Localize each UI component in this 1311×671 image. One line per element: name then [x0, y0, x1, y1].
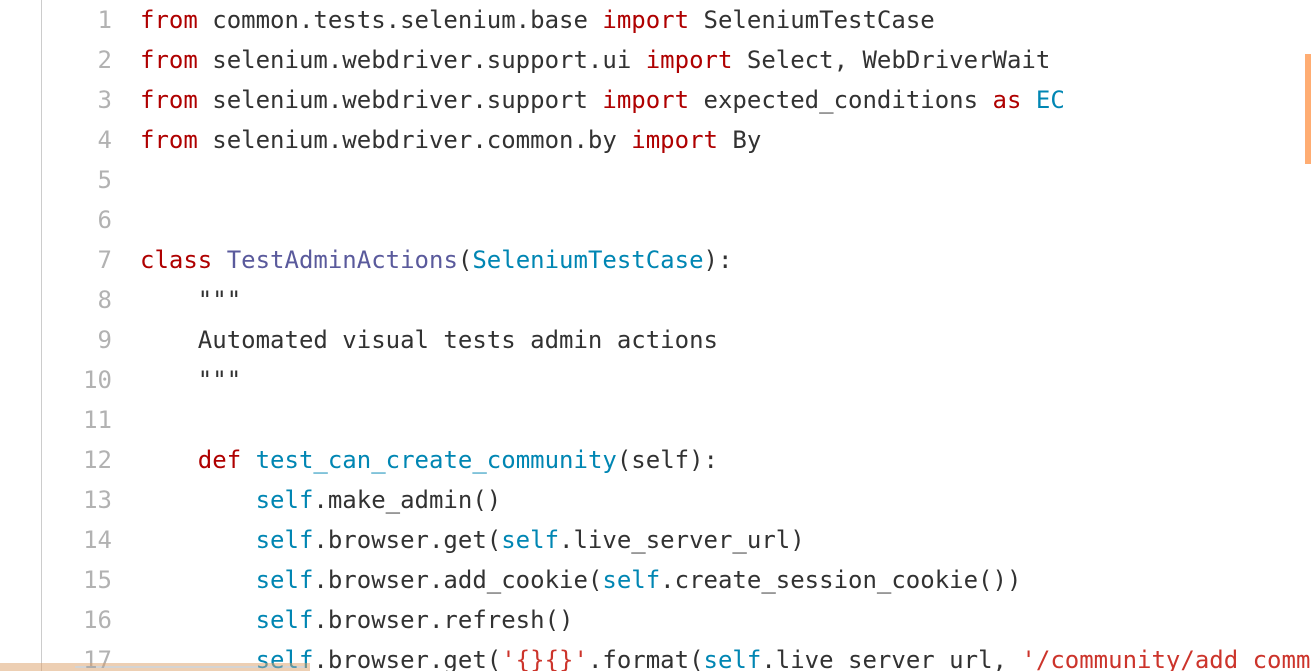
- token-kw: import: [646, 46, 733, 74]
- token-nn: .format(: [588, 646, 704, 671]
- code-line[interactable]: """: [140, 280, 1311, 320]
- line-number: 15: [42, 560, 112, 600]
- token-nn: .browser.get(: [313, 526, 501, 554]
- line-number: 12: [42, 440, 112, 480]
- token-nn: .live_server_url): [559, 526, 805, 554]
- token-kw: class: [140, 246, 212, 274]
- token-nn: [241, 446, 255, 474]
- code-line[interactable]: self.browser.get('{}{}'.format(self.live…: [140, 640, 1311, 671]
- token-nn: [1021, 86, 1035, 114]
- line-number: 11: [42, 400, 112, 440]
- token-nn: .browser.add_cookie(: [313, 566, 602, 594]
- horizontal-scrollbar[interactable]: [0, 663, 310, 671]
- line-number: 1: [42, 0, 112, 40]
- token-nn: Select, WebDriverWait: [732, 46, 1050, 74]
- line-number: 3: [42, 80, 112, 120]
- token-self: self: [256, 486, 314, 514]
- token-nn: [140, 526, 256, 554]
- token-nn: common.tests.selenium.base: [198, 6, 603, 34]
- code-line[interactable]: [140, 400, 1311, 440]
- code-line[interactable]: self.browser.add_cookie(self.create_sess…: [140, 560, 1311, 600]
- line-number: 5: [42, 160, 112, 200]
- token-ec: EC: [1036, 86, 1065, 114]
- token-kw: from: [140, 6, 198, 34]
- token-kw: def: [198, 446, 241, 474]
- code-line[interactable]: def test_can_create_community(self):: [140, 440, 1311, 480]
- token-kw: import: [631, 126, 718, 154]
- line-number: 4: [42, 120, 112, 160]
- token-strlit: '/community/add_commu: [1021, 646, 1311, 671]
- code-line[interactable]: self.make_admin(): [140, 480, 1311, 520]
- file-gutter: [0, 0, 42, 671]
- code-line[interactable]: Automated visual tests admin actions: [140, 320, 1311, 360]
- token-nn: [140, 486, 256, 514]
- token-nn: selenium.webdriver.support: [198, 86, 603, 114]
- token-self: self: [704, 646, 762, 671]
- token-strlit: '{}{}': [501, 646, 588, 671]
- code-line[interactable]: """: [140, 360, 1311, 400]
- token-nn: .browser.refresh(): [313, 606, 573, 634]
- token-nn: """: [140, 366, 241, 394]
- token-nn: .browser.get(: [313, 646, 501, 671]
- line-number: 8: [42, 280, 112, 320]
- token-self: self: [256, 606, 314, 634]
- line-number: 7: [42, 240, 112, 280]
- line-number: 2: [42, 40, 112, 80]
- code-line[interactable]: self.browser.get(self.live_server_url): [140, 520, 1311, 560]
- token-kw: from: [140, 46, 198, 74]
- token-kw: import: [602, 6, 689, 34]
- token-kw: as: [993, 86, 1022, 114]
- code-line[interactable]: from selenium.webdriver.support.ui impor…: [140, 40, 1311, 80]
- token-nn: """: [140, 286, 241, 314]
- token-nn: expected_conditions: [689, 86, 992, 114]
- line-number-column: 1234567891011121314151617: [42, 0, 140, 671]
- line-number: 6: [42, 200, 112, 240]
- token-self: self: [256, 566, 314, 594]
- token-fn: test_can_create_community: [256, 446, 617, 474]
- code-line[interactable]: from selenium.webdriver.support import e…: [140, 80, 1311, 120]
- token-nn: .create_session_cookie()): [660, 566, 1021, 594]
- token-nn: [140, 566, 256, 594]
- line-number: 10: [42, 360, 112, 400]
- token-nn: Automated visual tests admin actions: [140, 326, 718, 354]
- line-number: 9: [42, 320, 112, 360]
- line-number: 14: [42, 520, 112, 560]
- token-kw: from: [140, 86, 198, 114]
- minimap-marker: [1305, 54, 1311, 164]
- token-kw: import: [602, 86, 689, 114]
- token-kw: from: [140, 126, 198, 154]
- token-nn: (self):: [617, 446, 718, 474]
- token-nn: selenium.webdriver.support.ui: [198, 46, 646, 74]
- token-nn: selenium.webdriver.common.by: [198, 126, 631, 154]
- code-line[interactable]: from common.tests.selenium.base import S…: [140, 0, 1311, 40]
- token-nn: By: [718, 126, 761, 154]
- token-nn: [140, 446, 198, 474]
- token-cls: TestAdminActions: [227, 246, 458, 274]
- token-nn: .make_admin(): [313, 486, 501, 514]
- token-nn: ):: [704, 246, 733, 274]
- token-nn: SeleniumTestCase: [689, 6, 935, 34]
- token-nn: (: [458, 246, 472, 274]
- code-line[interactable]: [140, 200, 1311, 240]
- token-self: self: [602, 566, 660, 594]
- code-content[interactable]: from common.tests.selenium.base import S…: [140, 0, 1311, 671]
- token-arg: SeleniumTestCase: [472, 246, 703, 274]
- line-number: 16: [42, 600, 112, 640]
- token-nn: .live_server_url,: [761, 646, 1021, 671]
- code-line[interactable]: from selenium.webdriver.common.by import…: [140, 120, 1311, 160]
- code-editor[interactable]: 1234567891011121314151617 from common.te…: [42, 0, 1311, 671]
- token-nn: [140, 606, 256, 634]
- token-self: self: [501, 526, 559, 554]
- token-self: self: [256, 526, 314, 554]
- code-line[interactable]: [140, 160, 1311, 200]
- token-nn: [212, 246, 226, 274]
- code-line[interactable]: class TestAdminActions(SeleniumTestCase)…: [140, 240, 1311, 280]
- code-line[interactable]: self.browser.refresh(): [140, 600, 1311, 640]
- line-number: 13: [42, 480, 112, 520]
